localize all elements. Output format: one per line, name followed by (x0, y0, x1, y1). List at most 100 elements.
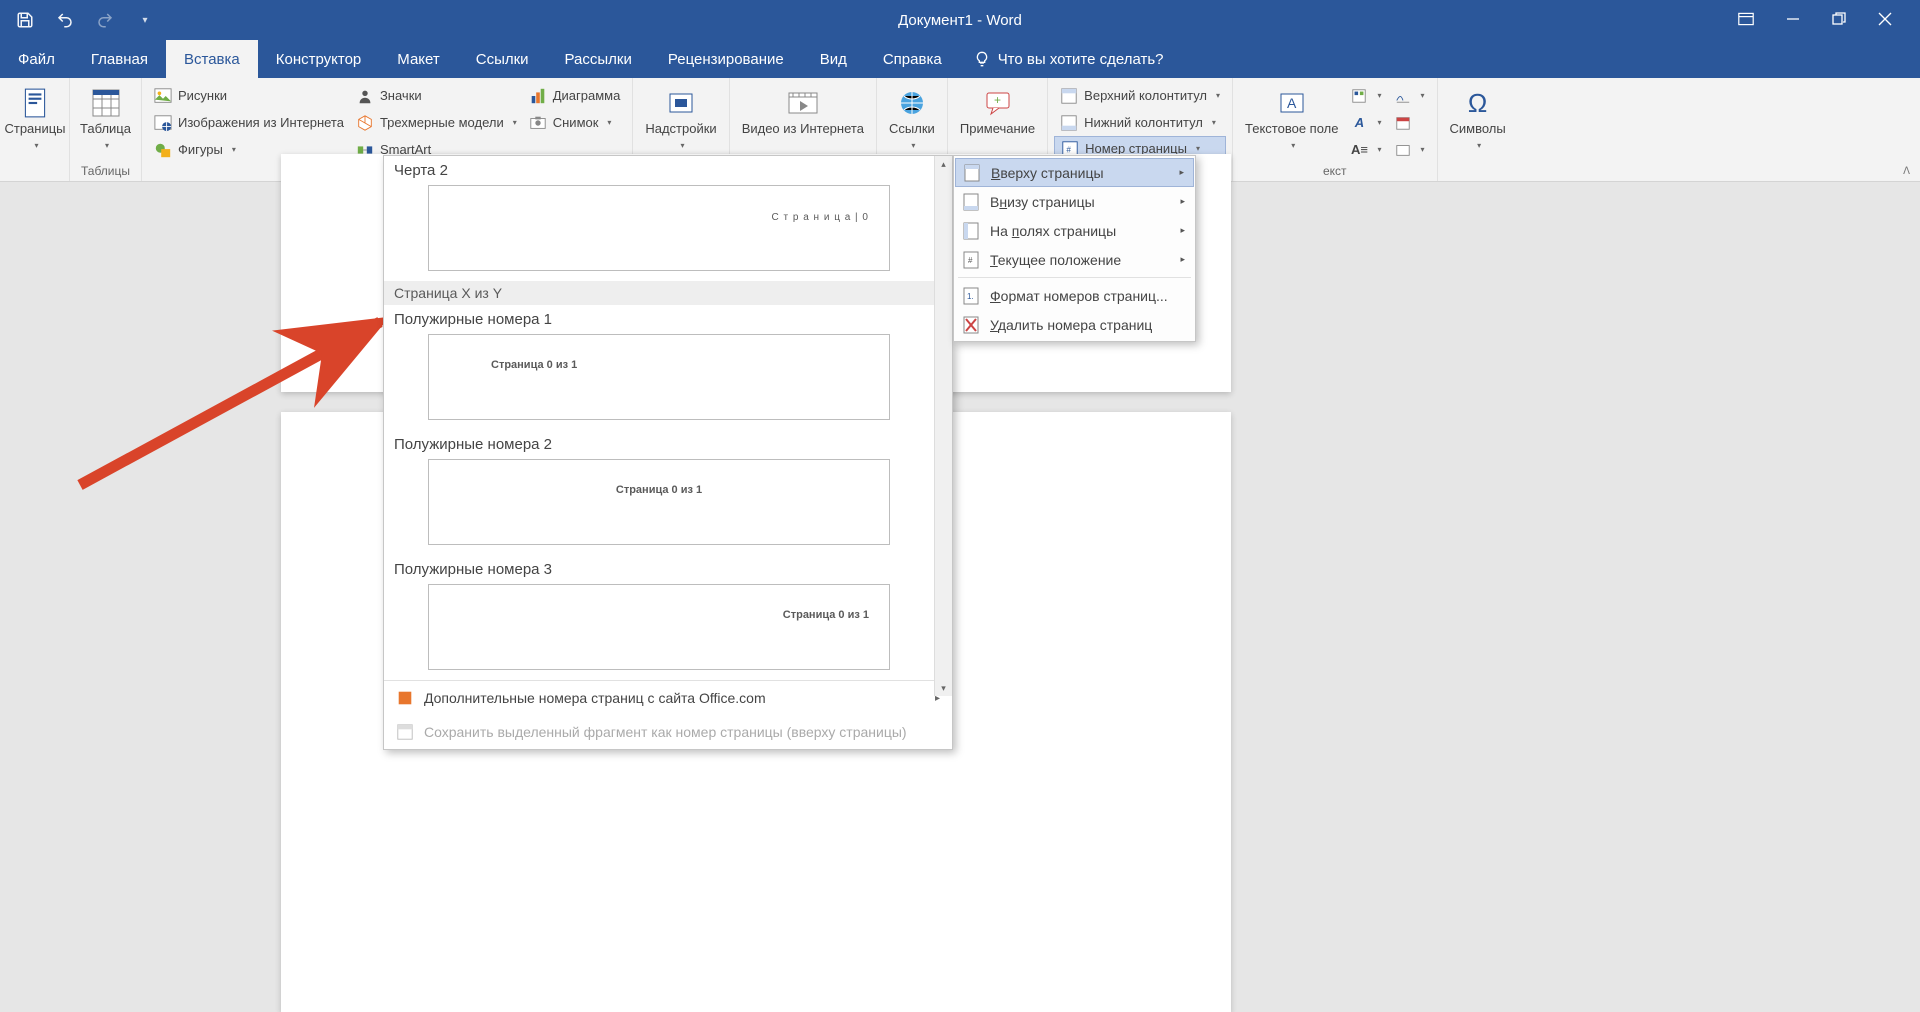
svg-text:#: # (1067, 145, 1072, 154)
chart-icon (529, 87, 547, 105)
tab-home[interactable]: Главная (73, 40, 166, 78)
chart-button[interactable]: Диаграмма (523, 82, 627, 109)
gallery-category: Страница X из Y (384, 281, 934, 305)
object-icon (1394, 141, 1412, 159)
chevron-right-icon: ▸ (1180, 225, 1185, 236)
gallery-item-label[interactable]: Черта 2 (384, 156, 934, 183)
pages-button[interactable]: Страницы▾ (6, 82, 64, 178)
gallery-preview-3[interactable]: Страница 0 из 1 (428, 584, 890, 670)
tab-insert[interactable]: Вставка (166, 40, 258, 78)
chevron-right-icon: ▸ (1180, 254, 1185, 265)
qat-customize-icon[interactable]: ▾ (135, 10, 155, 30)
window-title: Документ1 - Word (898, 12, 1022, 29)
gallery-preview-0[interactable]: С т р а н и ц а | 0 (428, 185, 890, 271)
svg-text:A: A (1287, 95, 1297, 111)
screenshot-icon (529, 114, 547, 132)
dropcap-icon: A≡ (1350, 141, 1368, 159)
online-picture-icon (154, 114, 172, 132)
gallery-more-office[interactable]: Дополнительные номера страниц с сайта Of… (384, 681, 952, 715)
tab-help[interactable]: Справка (865, 40, 960, 78)
office-icon (396, 689, 414, 707)
page-bottom-icon (962, 193, 980, 211)
3d-models-button[interactable]: Трехмерные модели▾ (350, 109, 523, 136)
header-button[interactable]: Верхний колонтитул▾ (1054, 82, 1226, 109)
header-icon (1060, 87, 1078, 105)
tab-mailings[interactable]: Рассылки (547, 40, 650, 78)
scroll-up-icon[interactable]: ▴ (936, 156, 952, 172)
minimize-icon[interactable] (1786, 12, 1800, 29)
object-button[interactable]: ▾ (1388, 136, 1431, 163)
screenshot-button[interactable]: Снимок▾ (523, 109, 627, 136)
addins-icon (664, 86, 698, 120)
text-box-button[interactable]: A Текстовое поле▾ (1239, 82, 1344, 164)
signature-icon (1394, 87, 1412, 105)
tab-design[interactable]: Конструктор (258, 40, 380, 78)
gallery-item-label[interactable]: Полужирные номера 2 (384, 430, 934, 457)
shapes-icon (154, 141, 172, 159)
online-pictures-button[interactable]: Изображения из Интернета (148, 109, 350, 136)
tab-layout[interactable]: Макет (379, 40, 457, 78)
pictures-button[interactable]: Рисунки (148, 82, 350, 109)
redo-icon (95, 10, 115, 30)
link-icon (895, 86, 929, 120)
menu-remove-page-numbers[interactable]: Удалить номера страниц (954, 310, 1195, 339)
wordart-icon: A (1350, 114, 1368, 132)
menu-separator (958, 277, 1191, 278)
svg-text:+: + (994, 93, 1001, 107)
page-pos-icon: # (962, 251, 980, 269)
tell-me-label: Что вы хотите сделать? (998, 51, 1164, 68)
menu-page-margins[interactable]: На полях страницы ▸ (954, 216, 1195, 245)
icons-icon (356, 87, 374, 105)
maximize-icon[interactable] (1832, 12, 1846, 29)
symbols-button[interactable]: Ω Символы▾ (1444, 82, 1512, 178)
chevron-right-icon: ▸ (1180, 196, 1185, 207)
menu-top-of-page[interactable]: Вверху страницы ▸ (955, 158, 1194, 187)
gallery-preview-2[interactable]: Страница 0 из 1 (428, 459, 890, 545)
video-icon (786, 86, 820, 120)
chevron-right-icon: ▸ (935, 693, 940, 704)
undo-icon[interactable] (55, 10, 75, 30)
table-button[interactable]: Таблица▾ (76, 82, 135, 164)
page-number-gallery: Черта 2 С т р а н и ц а | 0 Страница X и… (383, 155, 953, 750)
chevron-right-icon: ▸ (1179, 167, 1184, 178)
icons-button[interactable]: Значки (350, 82, 523, 109)
parts-icon (1350, 87, 1368, 105)
gallery-item-label[interactable]: Полужирные номера 1 (384, 305, 934, 332)
omega-icon: Ω (1461, 86, 1495, 120)
svg-text:#: # (968, 256, 973, 265)
tab-references[interactable]: Ссылки (458, 40, 547, 78)
tab-review[interactable]: Рецензирование (650, 40, 802, 78)
menu-bottom-of-page[interactable]: Внизу страницы ▸ (954, 187, 1195, 216)
save-selection-icon (396, 723, 414, 741)
gallery-preview-1[interactable]: Страница 0 из 1 (428, 334, 890, 420)
page-icon (18, 86, 52, 120)
gallery-scrollbar[interactable]: ▴ ▾ (934, 156, 952, 696)
footer-button[interactable]: Нижний колонтитул▾ (1054, 109, 1226, 136)
ribbon-tabs: Файл Главная Вставка Конструктор Макет С… (0, 40, 1920, 78)
signature-button[interactable]: ▾ (1388, 82, 1431, 109)
format-icon: 1. (962, 287, 980, 305)
tab-file[interactable]: Файл (0, 40, 73, 78)
picture-icon (154, 87, 172, 105)
page-top-icon (963, 164, 981, 182)
date-icon (1394, 114, 1412, 132)
quick-parts-button[interactable]: ▾ (1344, 82, 1387, 109)
menu-current-position[interactable]: # Текущее положение ▸ (954, 245, 1195, 274)
textbox-icon: A (1275, 86, 1309, 120)
collapse-ribbon-icon[interactable]: ᐱ (1903, 166, 1910, 177)
gallery-item-label[interactable]: Полужирные номера 3 (384, 555, 934, 582)
menu-format-page-numbers[interactable]: 1. Формат номеров страниц... (954, 281, 1195, 310)
wordart-button[interactable]: A▾ (1344, 109, 1387, 136)
save-icon[interactable] (15, 10, 35, 30)
ribbon-display-icon[interactable] (1738, 12, 1754, 29)
cube-icon (356, 114, 374, 132)
date-time-button[interactable] (1388, 109, 1431, 136)
drop-cap-button[interactable]: A≡▾ (1344, 136, 1387, 163)
comment-icon: + (981, 86, 1015, 120)
page-number-menu: Вверху страницы ▸ Внизу страницы ▸ На по… (953, 155, 1196, 342)
group-tables-label: Таблицы (70, 164, 141, 181)
tell-me-search[interactable]: Что вы хотите сделать? (960, 40, 1164, 78)
table-icon (89, 86, 123, 120)
close-icon[interactable] (1878, 12, 1892, 29)
tab-view[interactable]: Вид (802, 40, 865, 78)
